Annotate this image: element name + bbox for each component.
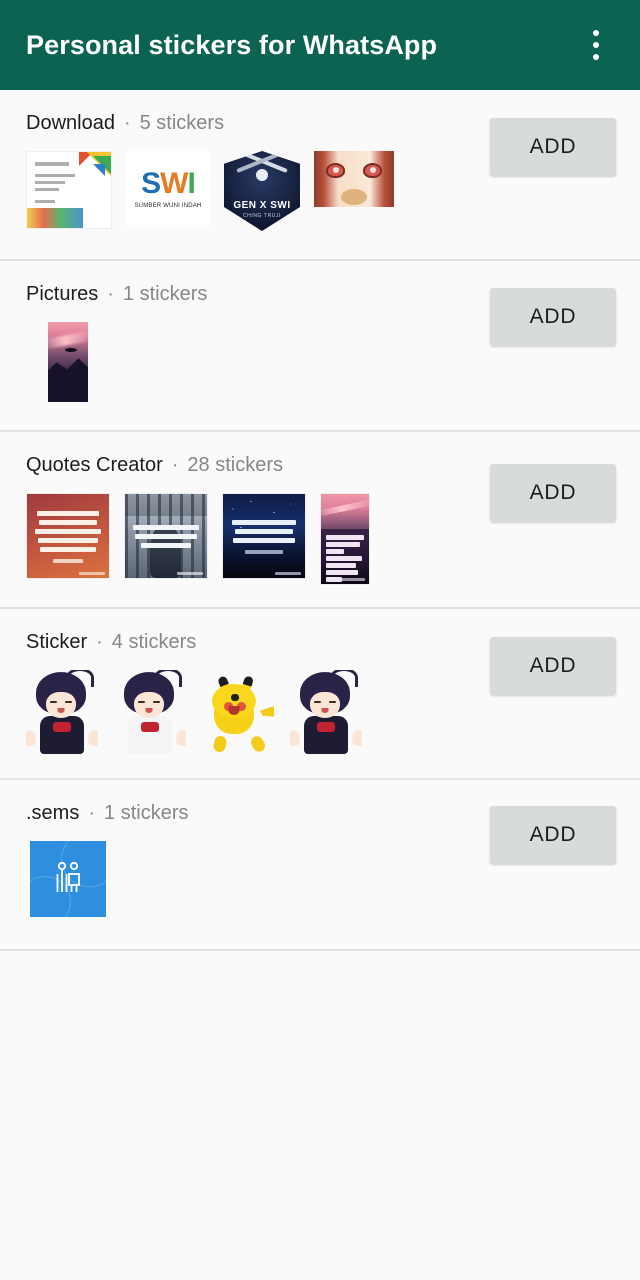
sticker-thumbnail[interactable] [202,670,274,754]
thumbnail-strip [26,322,88,402]
sticker-pack-row[interactable]: Sticker · 4 stickers ADD [0,609,640,780]
sticker-thumbnail[interactable]: SWI SUMBER WUNI INDAH [126,151,210,227]
sticker-pack-row[interactable]: Pictures · 1 stickers ADD [0,261,640,432]
sticker-thumbnail[interactable] [26,493,110,579]
sticker-thumbnail[interactable]: GEN X SWI CHING TRUJI [224,151,300,231]
add-pack-button[interactable]: ADD [490,288,616,346]
quote-card-red-icon [26,493,110,579]
thumbnail-strip [26,841,106,917]
sticker-thumbnail[interactable] [290,670,362,754]
sticker-pack-row[interactable]: .sems · 1 stickers ADD [0,780,640,951]
pack-separator: · [88,802,96,824]
badge-line-2: CHING TRUJI [242,213,282,219]
pack-name: Sticker [26,631,88,653]
gen-x-swi-badge-icon: GEN X SWI CHING TRUJI [224,151,300,231]
pack-name: Quotes Creator [26,454,163,476]
more-vert-dot [593,30,599,36]
anime-girl-peace-icon [290,670,362,754]
pack-separator: · [107,283,114,305]
more-vert-dot [593,42,599,48]
page-title: Personal stickers for WhatsApp [26,29,438,60]
pack-body: ADD [26,637,640,778]
swi-tagline: SUMBER WUNI INDAH [134,203,202,209]
quote-card-sunset-icon [320,493,370,585]
pack-name: Download [26,112,115,134]
pack-separator: · [123,112,131,134]
pikachu-icon [202,670,274,754]
pack-body: ADD [26,806,640,949]
anime-face-icon [314,151,394,207]
badge-line-1: GEN X SWI [233,200,291,211]
app-bar: Personal stickers for WhatsApp [0,0,640,90]
pack-separator: · [96,631,103,653]
sticker-thumbnail[interactable] [26,151,112,229]
sunset-mountain-icon [48,322,88,402]
pack-separator: · [171,454,179,476]
pack-sticker-count: 28 stickers [187,454,283,476]
pack-sticker-count: 1 stickers [122,283,208,305]
pack-sticker-count: 4 stickers [111,631,197,653]
pack-body: ADD [26,464,640,607]
pack-name: .sems [26,802,80,824]
sticker-pack-row[interactable]: Quotes Creator · 28 stickers ADD [0,432,640,609]
swi-logo-icon: SWI SUMBER WUNI INDAH [126,151,210,227]
pack-sticker-count: 5 stickers [139,112,225,134]
swi-wordmark: SWI [141,167,196,200]
letterhead-document-icon [26,151,112,229]
sticker-thumbnail[interactable] [114,670,186,754]
thumbnail-strip: SWI SUMBER WUNI INDAH GEN X SWI CHING TR… [26,151,394,231]
more-vert-dot [593,54,599,60]
sticker-thumbnail[interactable] [48,322,88,402]
pack-sticker-count: 1 stickers [104,802,189,824]
add-pack-button[interactable]: ADD [490,464,616,522]
thumbnail-strip [26,493,370,585]
anime-girl-icon [26,670,98,754]
add-pack-button[interactable]: ADD [490,637,616,695]
add-pack-button[interactable]: ADD [490,118,616,176]
thumbnail-strip [26,670,362,754]
blue-people-icon [30,841,106,917]
more-vert-icon[interactable] [574,15,618,75]
quote-card-gate-icon [124,493,208,579]
sticker-thumbnail[interactable] [26,670,98,754]
pack-body: SWI SUMBER WUNI INDAH GEN X SWI CHING TR… [26,118,640,259]
sticker-thumbnail[interactable] [124,493,208,579]
pack-name: Pictures [26,283,99,305]
sticker-thumbnail[interactable] [320,493,370,585]
sticker-thumbnail[interactable] [314,151,394,207]
pack-body: ADD [26,288,640,430]
sticker-thumbnail[interactable] [222,493,306,579]
sticker-pack-list: Download · 5 stickers SWI SUMBER WUNI IN… [0,90,640,951]
add-pack-button[interactable]: ADD [490,806,616,864]
sticker-thumbnail[interactable] [30,841,106,917]
sticker-pack-row[interactable]: Download · 5 stickers SWI SUMBER WUNI IN… [0,90,640,261]
quote-card-starry-night-icon [222,493,306,579]
anime-girl-winking-icon [114,670,186,754]
